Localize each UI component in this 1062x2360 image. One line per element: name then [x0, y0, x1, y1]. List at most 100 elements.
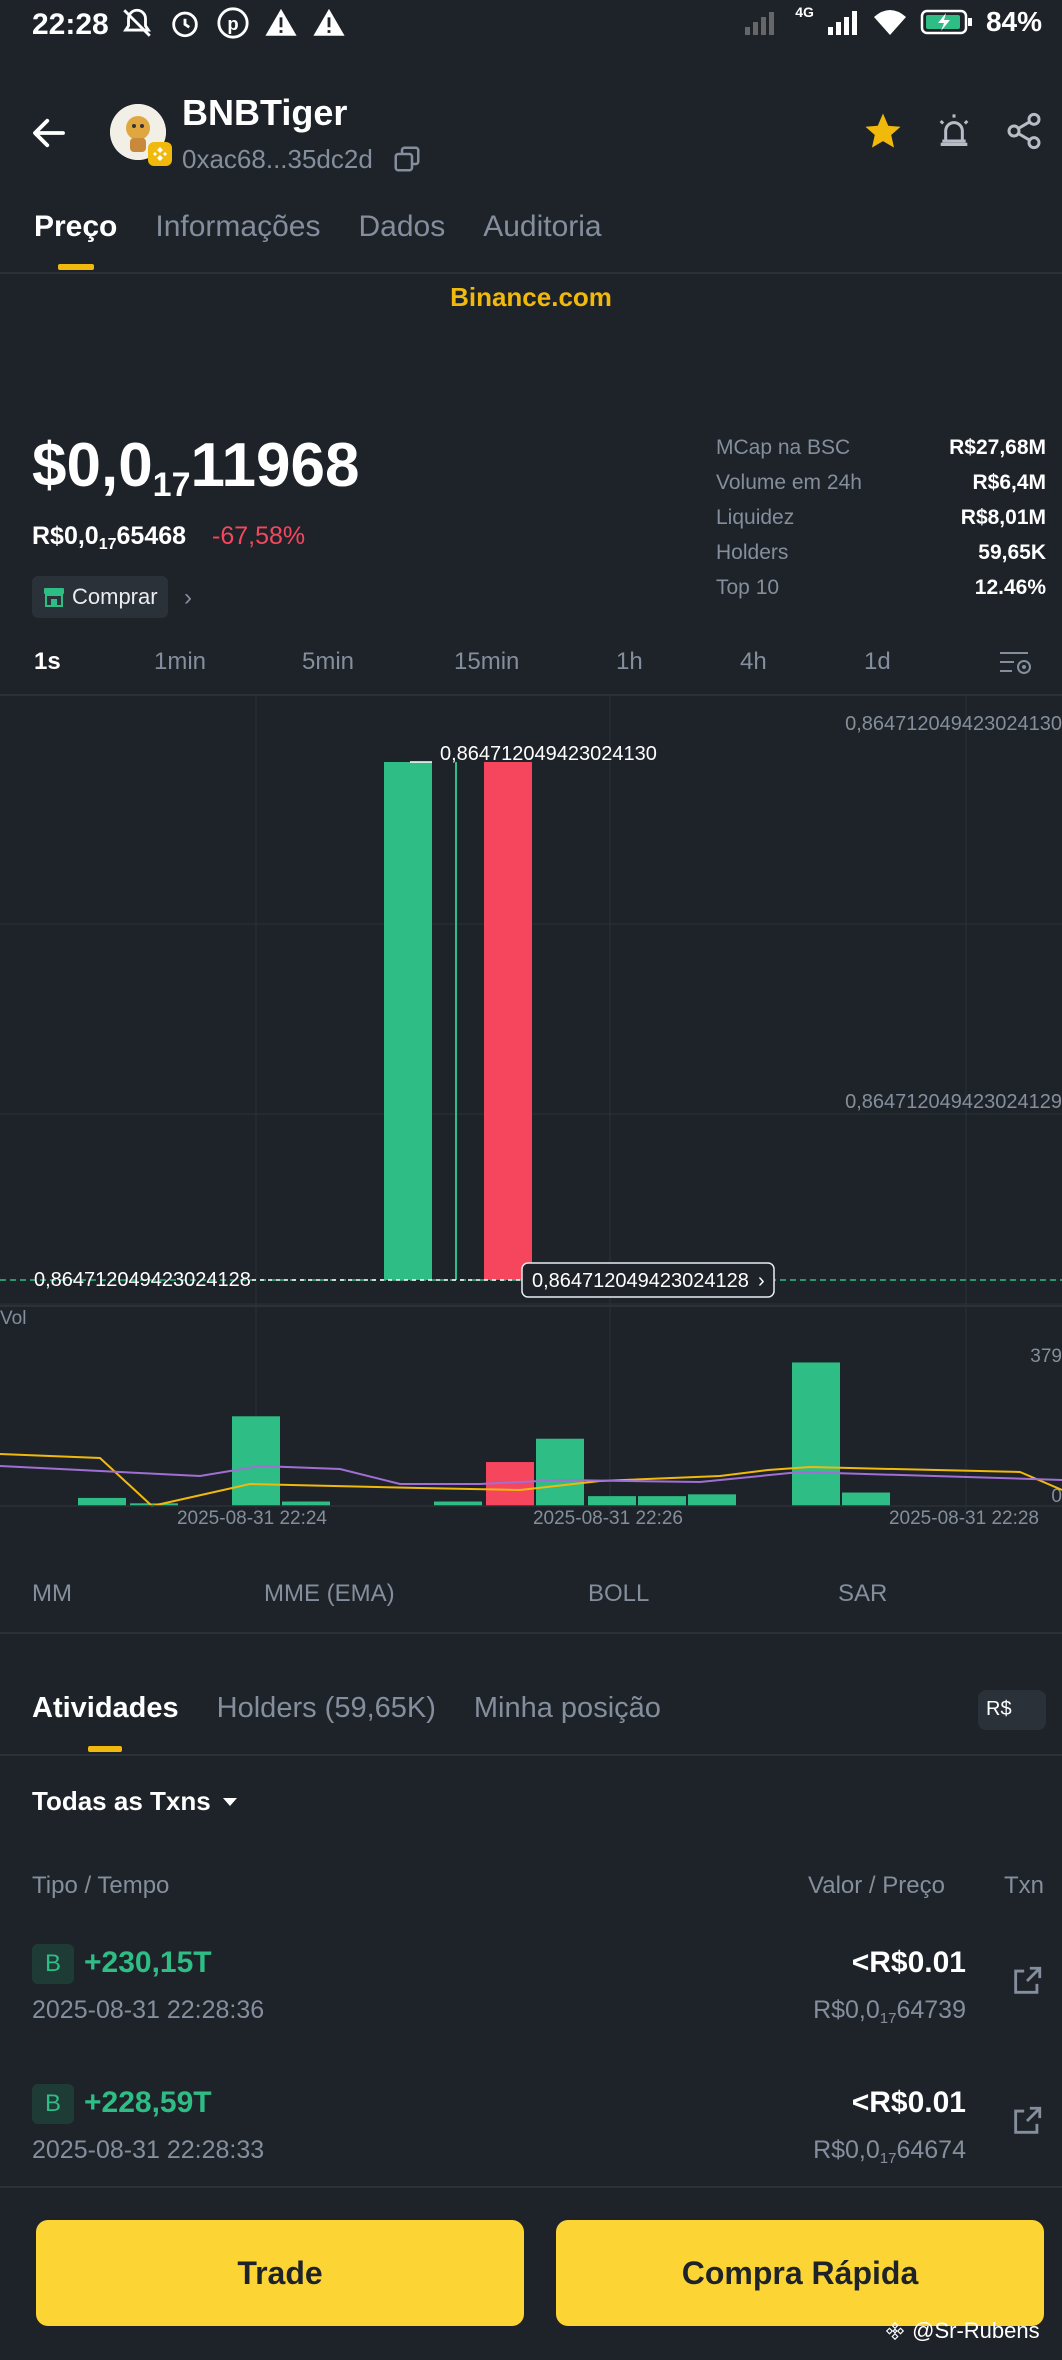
signal-icon: [827, 11, 857, 35]
tab-preco[interactable]: Preço: [34, 210, 117, 244]
interval-15min[interactable]: 15min: [454, 648, 519, 676]
signal-weak-icon: [745, 12, 775, 35]
stat-label: Holders: [716, 541, 789, 564]
svg-text:p: p: [227, 13, 238, 34]
interval-5min[interactable]: 5min: [302, 648, 354, 676]
status-time: 22:28: [32, 8, 109, 41]
indicator-sar[interactable]: SAR: [838, 1580, 887, 1608]
token-stats: MCap na BSC R$27,68M Volume em 24h R$6,4M …: [716, 436, 1046, 611]
favorite-star-icon[interactable]: [862, 110, 904, 152]
stat-label: Liquidez: [716, 506, 795, 529]
tab-holders[interactable]: Holders (59,65K): [217, 1692, 436, 1725]
stat-value: R$6,4M: [972, 471, 1046, 494]
volume-bar: [78, 1497, 126, 1506]
price-brl-digits: 65468: [116, 522, 187, 550]
tx-price-zero-count: 17: [879, 2150, 897, 2167]
indicator-boll[interactable]: BOLL: [588, 1580, 649, 1608]
warning-icon: [313, 8, 345, 36]
txn-filter-dropdown[interactable]: Todas as Txns: [32, 1786, 239, 1817]
price-brl: R$0,01765468: [32, 522, 187, 553]
candle[interactable]: [455, 762, 457, 1280]
battery-level: 84%: [985, 6, 1042, 37]
stat-row: Top 10 12.46%: [716, 576, 1046, 611]
filter-label: Todas as Txns: [32, 1786, 211, 1816]
tx-value: <R$0.01: [851, 1946, 966, 1979]
interval-1d[interactable]: 1d: [864, 648, 891, 676]
transaction-row[interactable]: B +230,15T 2025-08-31 22:28:36 <R$0.01 R…: [0, 1944, 1062, 2064]
stat-row: Volume em 24h R$6,4M: [716, 471, 1046, 506]
column-header-value-price: Valor / Preço: [808, 1872, 945, 1899]
candle[interactable]: [384, 762, 432, 1280]
volume-axis-max: 379: [1030, 1346, 1062, 1367]
volume-bar: [588, 1496, 636, 1506]
status-right: 4G 84%: [743, 4, 1042, 38]
tx-price-prefix: R$0,0: [813, 1996, 880, 2024]
active-tab-indicator: [88, 1746, 122, 1752]
quick-buy-button[interactable]: Compra Rápida: [556, 2220, 1044, 2326]
watermark-text: @Sr-Rubens: [912, 2318, 1040, 2343]
stat-label: MCap na BSC: [716, 436, 851, 459]
stat-value: R$27,68M: [949, 436, 1046, 459]
stat-value: 59,65K: [978, 541, 1046, 564]
indicator-mm[interactable]: MM: [32, 1580, 72, 1608]
volume-bar: [638, 1496, 686, 1506]
pinterest-icon: p: [217, 7, 249, 39]
interval-1s[interactable]: 1s: [34, 648, 61, 676]
chevron-right-icon: ›: [758, 1270, 765, 1292]
contract-address: 0xac68...35dc2d: [182, 144, 373, 174]
currency-toggle[interactable]: R$: [978, 1690, 1046, 1730]
volume-bar: [232, 1416, 280, 1506]
tx-price-digits: 64674: [896, 2136, 966, 2164]
tx-price-digits: 64739: [896, 1996, 966, 2024]
y-axis-label: 0,864712049423024130: [845, 713, 1062, 735]
buy-button[interactable]: Comprar: [32, 576, 168, 618]
price-usd: $0,01711968: [32, 430, 360, 504]
interval-4h[interactable]: 4h: [740, 648, 767, 676]
alarm-icon: [172, 11, 198, 38]
external-link-icon[interactable]: [1010, 2104, 1044, 2138]
chart-settings-icon[interactable]: [998, 648, 1034, 678]
stat-row: Holders 59,65K: [716, 541, 1046, 576]
x-axis-label: 2025-08-31 22:24: [177, 1508, 327, 1529]
volume-bar: [688, 1494, 736, 1506]
external-link-icon[interactable]: [1010, 1964, 1044, 1998]
tx-type-badge: B: [32, 2084, 74, 2124]
tab-auditoria[interactable]: Auditoria: [483, 210, 601, 244]
tab-atividades[interactable]: Atividades: [32, 1692, 179, 1725]
stat-label: Top 10: [716, 576, 780, 599]
chevron-right-icon[interactable]: ›: [184, 584, 192, 612]
x-axis-label: 2025-08-31 22:28: [889, 1508, 1039, 1529]
divider: [0, 1632, 1062, 1634]
price-brl-prefix: R$0,0: [32, 522, 99, 550]
price-alert-icon[interactable]: [934, 110, 974, 152]
stat-label: Volume em 24h: [716, 471, 862, 494]
interval-1min[interactable]: 1min: [154, 648, 206, 676]
tab-minha-posicao[interactable]: Minha posição: [474, 1692, 661, 1725]
token-name: BNBTiger: [182, 92, 348, 133]
binance-banner[interactable]: Binance.com: [0, 282, 1062, 313]
price-brl-zero-count: 17: [98, 536, 117, 553]
price-chart[interactable]: 0,864712049423024130 0,86471204942302412…: [0, 694, 1062, 1544]
battery-icon: [920, 9, 972, 35]
back-arrow-icon[interactable]: [28, 112, 70, 154]
tx-price: R$0,01764674: [813, 2136, 966, 2167]
stat-value: 12.46%: [974, 576, 1046, 599]
candle[interactable]: [484, 762, 532, 1280]
stat-value: R$8,01M: [960, 506, 1046, 529]
tab-informacoes[interactable]: Informações: [155, 210, 320, 244]
binance-logo-icon: [885, 2321, 905, 2341]
price-usd-prefix: $0,0: [32, 431, 153, 500]
tx-price-zero-count: 17: [879, 2010, 897, 2027]
x-axis-label: 2025-08-31 22:26: [533, 1508, 683, 1529]
trade-button[interactable]: Trade: [36, 2220, 524, 2326]
share-icon[interactable]: [1004, 110, 1044, 152]
high-price-label: 0,864712049423024130: [440, 743, 657, 765]
y-axis-label: 0,864712049423024129: [845, 1091, 1062, 1113]
interval-1h[interactable]: 1h: [616, 648, 643, 676]
activity-tabs: Atividades Holders (59,65K) Minha posiçã…: [32, 1692, 661, 1725]
indicator-ema[interactable]: MME (EMA): [264, 1580, 395, 1608]
tab-dados[interactable]: Dados: [358, 210, 445, 244]
network-type: 4G: [795, 4, 814, 20]
copy-icon[interactable]: [392, 144, 422, 174]
volume-bar: [536, 1438, 584, 1506]
